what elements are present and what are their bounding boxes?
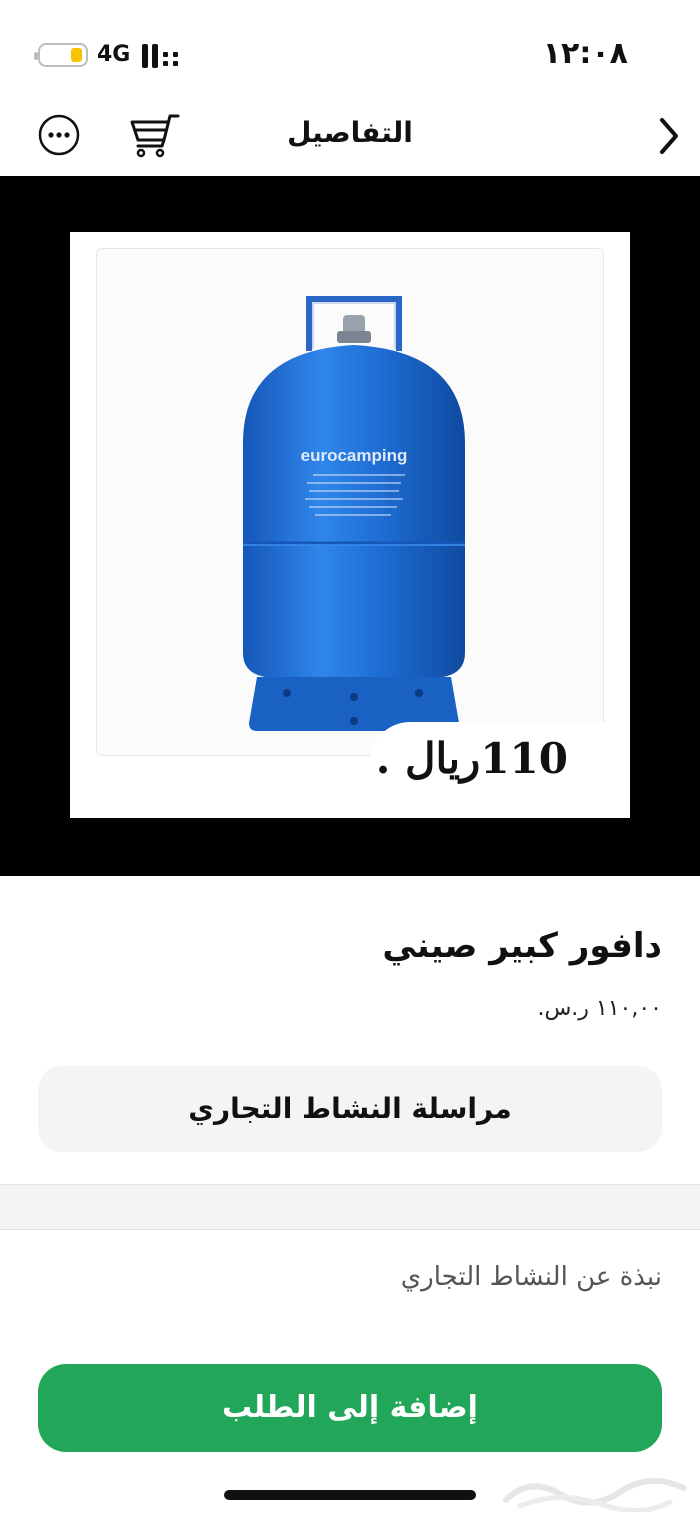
network-type: 4G — [97, 42, 131, 67]
product-price: ١١٠,٠٠ ر.س. — [537, 996, 662, 1021]
page-title: التفاصيل — [287, 116, 413, 149]
home-indicator — [224, 1490, 476, 1500]
about-business-link[interactable]: نبذة عن النشاط التجاري — [401, 1262, 662, 1292]
watermark-logo — [503, 1477, 687, 1512]
contact-business-button[interactable]: مراسلة النشاط التجاري — [38, 1066, 662, 1152]
product-title: دافور كبير صيني — [382, 926, 662, 966]
status-time: ١٢:٠٨ — [542, 36, 628, 71]
signal-icon — [142, 44, 178, 68]
status-bar: 4G ١٢:٠٨ — [0, 0, 700, 100]
image-price-text: 110ريال . — [375, 734, 568, 783]
photo-frame: eurocamping — [96, 248, 604, 756]
section-divider — [0, 1184, 700, 1230]
battery-icon — [34, 43, 88, 67]
cylinder-brand-text: eurocamping — [301, 446, 408, 465]
product-image-viewer[interactable]: eurocamping 110ريال . — [0, 176, 700, 876]
back-chevron-icon[interactable] — [654, 114, 684, 158]
product-image: eurocamping 110ريال . — [70, 232, 630, 818]
add-to-order-button[interactable]: إضافة إلى الطلب — [38, 1364, 662, 1452]
gas-cylinder-image: eurocamping — [243, 296, 465, 731]
nav-bar: التفاصيل — [0, 100, 700, 176]
image-price-overlay: 110ريال . — [370, 722, 604, 802]
